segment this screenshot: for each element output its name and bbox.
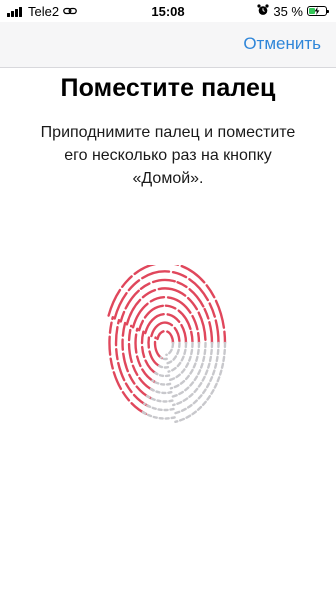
fingerprint-ridge <box>167 341 188 373</box>
instruction-line-1: Приподнимите палец и поместите <box>40 124 296 141</box>
fingerprint-ridge <box>143 402 175 412</box>
fingerprint-ridge <box>156 329 175 345</box>
navigation-bar: Отменить <box>0 22 336 68</box>
instruction-line-2: его несколько раз на кнопку <box>64 147 272 164</box>
page-title: Поместите палец <box>60 74 276 102</box>
status-right: 35 % <box>257 3 329 19</box>
fingerprint-ridge <box>156 364 170 369</box>
fingerprint-ridge <box>153 336 163 360</box>
alarm-icon <box>257 3 269 19</box>
fingerprint-ridge <box>170 341 207 398</box>
fingerprint-ridge <box>151 379 172 386</box>
fingerprint-ridge <box>168 341 194 382</box>
battery-icon <box>307 6 329 16</box>
fingerprint-icon <box>103 261 233 451</box>
battery-percent: 35 % <box>273 3 303 19</box>
status-bar: Tele2 15:08 35 % <box>0 0 336 22</box>
fingerprint-ridge <box>165 341 175 356</box>
instruction-text: Приподнимите палец и поместите его неско… <box>10 121 326 190</box>
instruction-line-3: «Домой». <box>132 170 204 187</box>
fingerprint-ridge <box>150 321 181 345</box>
fingerprint-ridge <box>154 371 171 378</box>
fingerprint-ridge <box>148 387 173 395</box>
cancel-button[interactable]: Отменить <box>243 34 321 54</box>
